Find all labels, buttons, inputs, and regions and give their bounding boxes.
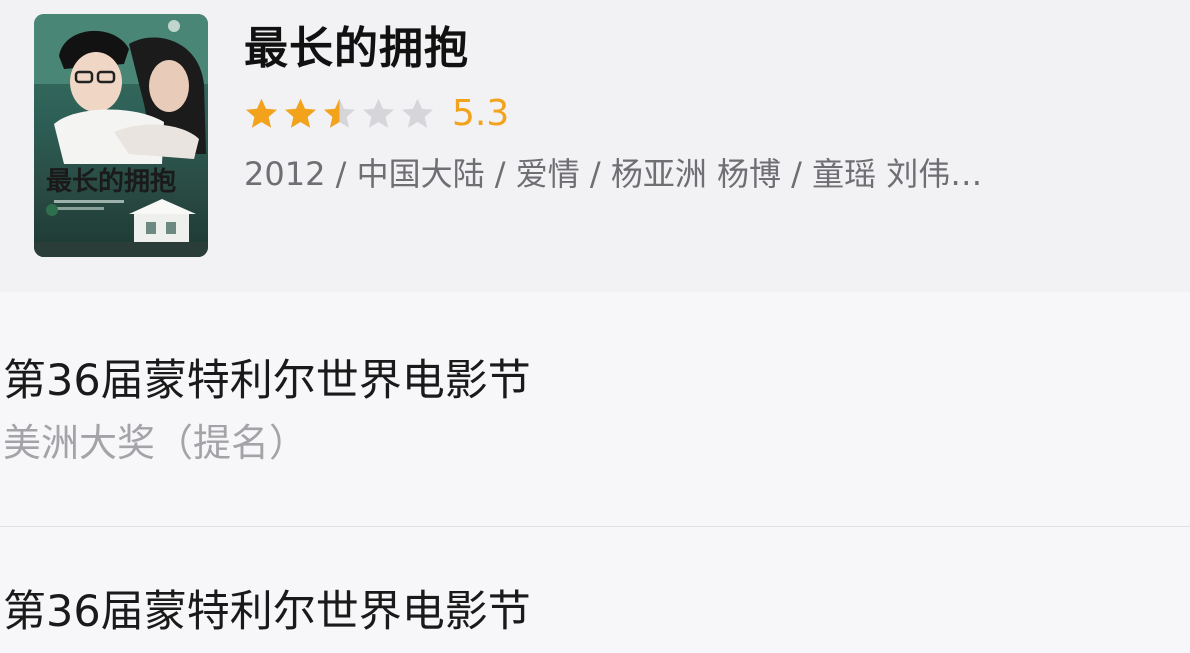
poster-title-text: 最长的拥抱 bbox=[46, 166, 176, 197]
rating-score: 5.3 bbox=[452, 93, 510, 134]
award-festival: 第36届蒙特利尔世界电影节 bbox=[3, 356, 531, 406]
award-category: 美洲大奖（提名） bbox=[3, 421, 308, 465]
star-icon bbox=[363, 98, 394, 128]
star-icon bbox=[402, 98, 433, 128]
award-item[interactable]: 第36届蒙特利尔世界电影节 bbox=[0, 527, 1190, 653]
star-icon bbox=[324, 98, 355, 128]
movie-card[interactable]: 最长的拥抱 最长的拥抱 5.3 2012 / 中国大陆 / 爱情 / 杨亚洲 杨… bbox=[0, 0, 1190, 292]
rating-stars bbox=[243, 96, 438, 133]
movie-title[interactable]: 最长的拥抱 bbox=[244, 22, 469, 76]
award-festival: 第36届蒙特利尔世界电影节 bbox=[3, 587, 531, 637]
movie-meta: 2012 / 中国大陆 / 爱情 / 杨亚洲 杨博 / 童瑶 刘伟… bbox=[244, 155, 983, 193]
movie-awards-page: 最长的拥抱 最长的拥抱 5.3 2012 / 中国大陆 / 爱情 / 杨亚洲 杨… bbox=[0, 0, 1190, 653]
star-icon bbox=[246, 98, 277, 128]
movie-poster[interactable]: 最长的拥抱 bbox=[34, 14, 208, 257]
rating-row: 5.3 bbox=[243, 92, 509, 136]
star-icon bbox=[285, 98, 316, 128]
award-item[interactable]: 第36届蒙特利尔世界电影节 美洲大奖（提名） bbox=[0, 292, 1190, 526]
poster-artwork: 最长的拥抱 bbox=[34, 14, 208, 257]
